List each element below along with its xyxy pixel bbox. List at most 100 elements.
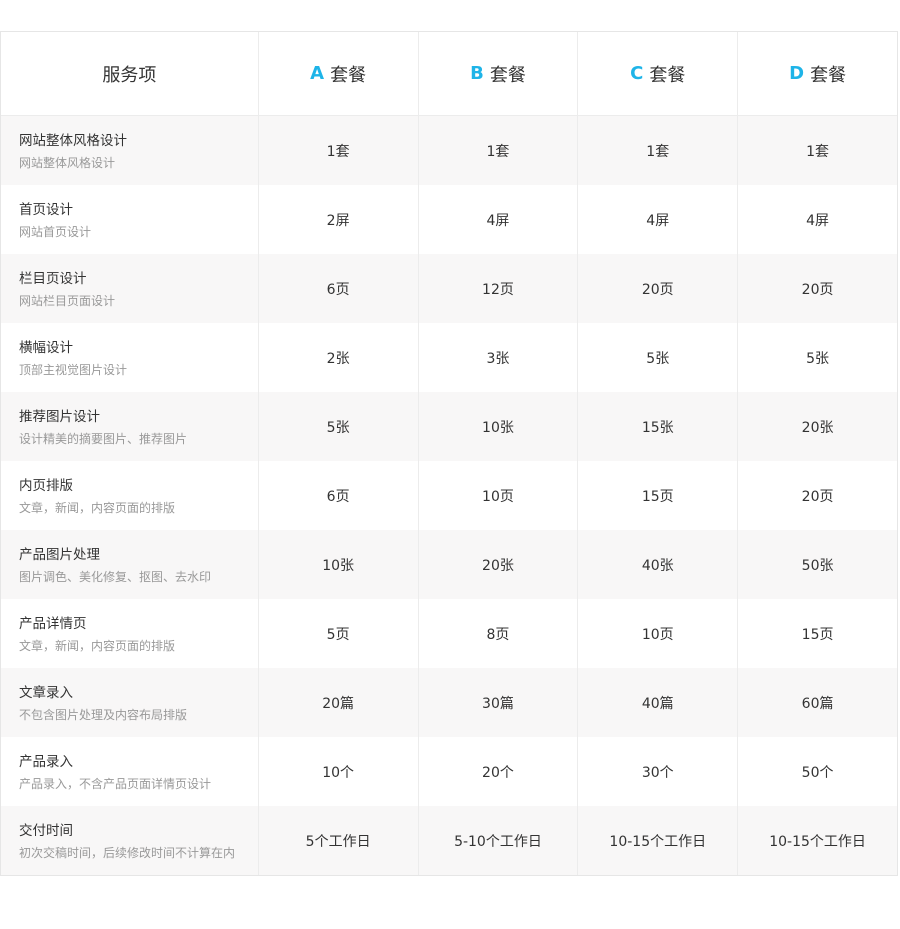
header-service-item: 服务项: [1, 32, 259, 115]
table-row: 产品详情页文章，新闻，内容页面的排版 5页 8页 10页 15页: [1, 599, 897, 668]
package-value-c: 5张: [578, 323, 739, 392]
package-value-c: 4屏: [578, 185, 739, 254]
package-value-c: 20页: [578, 254, 739, 323]
package-value-a: 2张: [259, 323, 419, 392]
package-value-c: 40篇: [578, 668, 739, 737]
service-item-title: 产品录入: [19, 753, 73, 770]
package-value-c: 10-15个工作日: [578, 806, 739, 875]
package-value-a: 10张: [259, 530, 419, 599]
table-row: 网站整体风格设计 网站整体风格设计 1套 1套 1套 1套: [1, 116, 897, 185]
package-label: 套餐: [330, 64, 367, 86]
table-row: 推荐图片设计 设计精美的摘要图片、推荐图片 5张 10张 15张 20张: [1, 392, 897, 461]
table-header: 服务项 A 套餐 B 套餐 C 套餐 D 套餐: [1, 32, 897, 116]
package-value-a: 2屏: [259, 185, 419, 254]
table-row: 产品图片处理图片调色、美化修复、抠图、去水印 10张 20张 40张 50张: [1, 530, 897, 599]
package-value-b: 30篇: [419, 668, 579, 737]
service-item-description: 网站首页设计: [19, 224, 92, 239]
service-item-cell: 内页排版文章，新闻，内容页面的排版: [1, 461, 259, 530]
service-item-cell: 文章录入 不包含图片处理及内容布局排版: [1, 668, 259, 737]
package-value-a: 6页: [259, 254, 419, 323]
service-item-text: 网站整体风格设计 网站整体风格设计: [19, 116, 127, 185]
service-item-cell: 首页设计网站首页设计: [1, 185, 259, 254]
service-item-description: 设计精美的摘要图片、推荐图片: [19, 431, 188, 446]
table-row: 栏目页设计 网站栏目页面设计 6页 12页 20页 20页: [1, 254, 897, 323]
package-value-a: 5页: [259, 599, 419, 668]
package-value-b: 8页: [419, 599, 579, 668]
service-item-text: 产品图片处理图片调色、美化修复、抠图、去水印: [19, 530, 211, 599]
package-value-d: 50张: [801, 557, 834, 574]
package-letter: B: [470, 63, 484, 84]
service-item-description: 文章，新闻，内容页面的排版: [19, 638, 176, 653]
service-item-title: 交付时间: [19, 822, 73, 839]
table-row: 交付时间 初次交稿时间，后续修改时间不计算在内 5个工作日 5-10个工作日 10-15…: [1, 806, 897, 875]
package-value-b: 5-10个工作日: [419, 806, 579, 875]
pricing-table: 服务项 A 套餐 B 套餐 C 套餐 D 套餐 网站整体风格设计 网站整体风格设计…: [0, 31, 898, 876]
service-item-description: 产品录入，不含产品页面详情页设计: [19, 776, 212, 791]
service-item-description: 图片调色、美化修复、抠图、去水印: [19, 569, 212, 584]
table-row: 内页排版 文章，新闻，内容页面的排版 6页 10页 15页 20页: [1, 461, 897, 530]
package-value-b: 10页: [419, 461, 579, 530]
service-item-description: 文章，新闻，内容页面的排版: [19, 500, 176, 515]
service-item-cell: 网站整体风格设计 网站整体风格设计: [1, 116, 259, 185]
package-label: 套餐: [489, 64, 526, 86]
package-value-a: 10个: [259, 737, 419, 806]
service-item-text: 产品录入产品录入，不含产品页面详情页设计: [19, 737, 211, 806]
package-value-c: 1套: [578, 116, 739, 185]
package-value-d: 15页: [801, 626, 834, 643]
package-value-d: 1套: [806, 143, 830, 160]
package-value-d: 20张: [801, 419, 834, 436]
service-item-description: 顶部主视觉图片设计: [19, 362, 128, 377]
service-item-title: 网站整体风格设计: [19, 132, 127, 149]
service-item-text: 产品详情页文章，新闻，内容页面的排版: [19, 599, 175, 668]
service-item-cell: 交付时间初次交稿时间，后续修改时间不计算在内: [1, 806, 259, 875]
package-value-d: 5张: [806, 350, 830, 367]
package-letter: D: [789, 63, 805, 84]
table-row: 文章录入 不包含图片处理及内容布局排版 20篇 30篇 40篇 60篇: [1, 668, 897, 737]
package-value-d: 4屏: [806, 212, 830, 229]
header-package-c: C 套餐: [578, 32, 739, 115]
package-value-a: 6页: [259, 461, 419, 530]
service-item-title: 内页排版: [19, 477, 73, 494]
service-item-title: 首页设计: [19, 201, 73, 218]
package-value-c: 15张: [578, 392, 739, 461]
service-item-text: 内页排版文章，新闻，内容页面的排版: [19, 461, 175, 530]
package-value-b: 12页: [419, 254, 579, 323]
package-label: 套餐: [810, 64, 847, 86]
service-item-text: 横幅设计 顶部主视觉图片设计: [19, 323, 127, 392]
service-item-description: 初次交稿时间，后续修改时间不计算在内: [19, 845, 236, 860]
package-letter: A: [310, 63, 325, 84]
package-value-d: 20页: [801, 281, 834, 298]
package-value-a: 1套: [259, 116, 419, 185]
service-item-title: 栏目页设计: [19, 270, 87, 287]
package-value-a: 20篇: [259, 668, 419, 737]
service-item-description: 网站整体风格设计: [19, 155, 116, 170]
service-item-title: 产品详情页: [19, 615, 87, 632]
table-row: 横幅设计 顶部主视觉图片设计 2张 3张 5张 5张: [1, 323, 897, 392]
header-package-a: A 套餐: [259, 32, 419, 115]
table-body: 网站整体风格设计 网站整体风格设计 1套 1套 1套 1套 首页设计 网站首页设计 2屏 4屏 4屏…: [1, 116, 897, 875]
package-value-b: 10张: [419, 392, 579, 461]
service-item-title: 产品图片处理: [19, 546, 100, 563]
package-value-c: 30个: [578, 737, 739, 806]
package-value-d: 20页: [801, 488, 834, 505]
package-value-d: 10-15个工作日: [769, 833, 866, 850]
service-item-text: 文章录入 不包含图片处理及内容布局排版: [19, 668, 187, 737]
package-value-b: 4屏: [419, 185, 579, 254]
package-letter: C: [630, 63, 644, 84]
service-item-text: 首页设计网站首页设计: [19, 185, 91, 254]
package-value-c: 40张: [578, 530, 739, 599]
service-item-cell: 横幅设计 顶部主视觉图片设计: [1, 323, 259, 392]
service-item-description: 不包含图片处理及内容布局排版: [19, 707, 188, 722]
package-value-b: 20张: [419, 530, 579, 599]
table-row: 产品录入 产品录入，不含产品页面详情页设计 10个 20个 30个 50个: [1, 737, 897, 806]
package-value-b: 3张: [419, 323, 579, 392]
package-value-a: 5个工作日: [259, 806, 419, 875]
table-row: 首页设计 网站首页设计 2屏 4屏 4屏 4屏: [1, 185, 897, 254]
service-item-cell: 栏目页设计 网站栏目页面设计: [1, 254, 259, 323]
service-item-cell: 产品录入产品录入，不含产品页面详情页设计: [1, 737, 259, 806]
package-value-c: 10页: [578, 599, 739, 668]
package-value-b: 1套: [419, 116, 579, 185]
service-item-text: 交付时间初次交稿时间，后续修改时间不计算在内: [19, 806, 235, 875]
service-item-title: 推荐图片设计: [19, 408, 100, 425]
service-item-cell: 推荐图片设计设计精美的摘要图片、推荐图片: [1, 392, 259, 461]
